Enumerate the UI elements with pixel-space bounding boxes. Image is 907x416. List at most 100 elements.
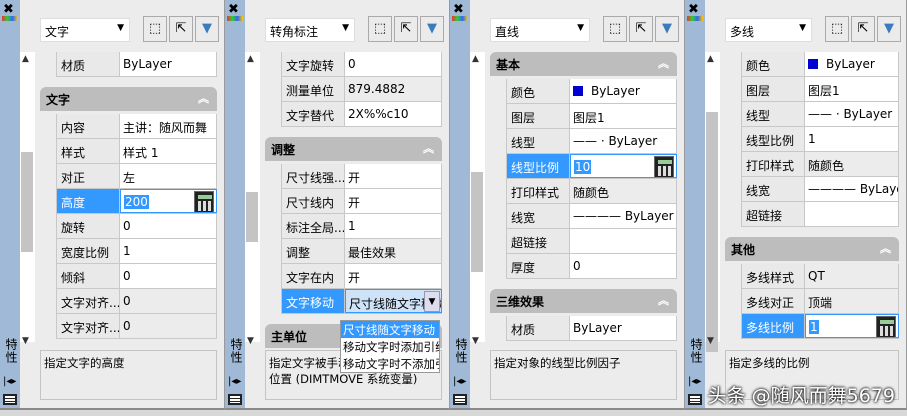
object-type-select[interactable]: 转角标注 ▼ [265, 18, 355, 42]
scroll-down-icon[interactable]: ▼ [247, 336, 254, 346]
panel-menu-icon[interactable] [228, 394, 242, 405]
property-row[interactable]: 多线对正 顶端 [741, 289, 899, 314]
scroll-up-icon[interactable]: ▲ [22, 54, 29, 64]
property-row[interactable]: 尺寸线强... 开 [281, 164, 442, 189]
section-header[interactable]: 文字 ︽ [40, 87, 217, 111]
property-value[interactable]: ByLayer [570, 316, 677, 340]
property-row[interactable]: 颜色 ByLayer [506, 79, 677, 104]
property-row[interactable]: 尺寸线内开 [281, 189, 442, 214]
property-row[interactable]: 内容 主讲：随风而舞 [56, 114, 217, 139]
property-value[interactable]: —— · ByLayer [805, 102, 899, 126]
scroll-up-icon[interactable]: ▲ [247, 54, 254, 64]
property-row[interactable]: 线型比例 10 [506, 154, 677, 179]
section-header[interactable]: 三维效果 ︽ [490, 289, 677, 313]
vertical-scrollbar[interactable]: ▲ ▼ [245, 52, 260, 346]
property-row[interactable]: 高度 200 [56, 189, 217, 214]
scrollbar-thumb[interactable] [246, 192, 258, 242]
close-icon[interactable]: ✖ [688, 2, 699, 17]
property-row[interactable]: 材质 ByLayer [56, 52, 217, 77]
property-value[interactable]: 左 [120, 164, 217, 188]
scroll-up-icon[interactable]: ▲ [707, 54, 714, 64]
property-row[interactable]: 线宽 ———— ByLayer [506, 204, 677, 229]
property-row[interactable]: 文字移动 尺寸线随文字移动 ▼ [281, 289, 442, 314]
property-value[interactable] [805, 202, 899, 226]
property-value[interactable]: 2X%%c10 [345, 102, 442, 126]
property-row[interactable]: 打印样式 随颜色 [506, 179, 677, 204]
property-value[interactable]: 图层1 [570, 104, 677, 128]
property-row[interactable]: 超链接 [506, 229, 677, 254]
panel-menu-icon[interactable] [688, 394, 702, 405]
dropdown-arrow-icon[interactable]: ▼ [424, 291, 440, 312]
scrollbar-thumb[interactable] [706, 112, 718, 352]
property-row[interactable]: 图层 图层1 [741, 77, 899, 102]
select-objects-button[interactable]: ⇱ [851, 16, 875, 42]
select-objects-button[interactable]: ⇱ [169, 16, 193, 42]
property-value[interactable]: ByLayer [805, 52, 899, 76]
collapse-icon[interactable]: ︽ [198, 90, 209, 106]
property-row[interactable]: 文字对齐... 0 [56, 289, 217, 314]
property-value[interactable]: 0 [120, 264, 217, 288]
property-value[interactable]: 200 [120, 189, 217, 213]
property-value[interactable]: 0 [120, 214, 217, 238]
property-row[interactable]: 调整 最佳效果 [281, 239, 442, 264]
calculator-icon[interactable] [194, 191, 214, 212]
filter-button[interactable]: ▼ [655, 16, 679, 42]
dropdown-list[interactable]: 尺寸线随文字移动移动文字时添加引线移动文字时不添加引线 [340, 320, 440, 373]
property-value[interactable]: 1 [805, 127, 899, 151]
vertical-scrollbar[interactable]: ▲ ▼ [470, 52, 485, 346]
auto-hide-icon[interactable]: |◂▸ [688, 376, 701, 387]
property-value[interactable]: 样式 1 [120, 139, 217, 163]
property-value[interactable]: ———— ByLayer [805, 177, 899, 201]
property-value[interactable]: 图层1 [805, 77, 899, 101]
collapse-icon[interactable]: ︽ [423, 140, 434, 156]
calculator-icon[interactable] [876, 316, 896, 337]
auto-hide-icon[interactable]: |◂▸ [228, 376, 241, 387]
scroll-down-icon[interactable]: ▼ [22, 336, 29, 346]
property-value[interactable]: —— · ByLayer [570, 129, 677, 153]
quick-select-button[interactable]: ⬚ [603, 16, 627, 42]
property-row[interactable]: 颜色 ByLayer [741, 52, 899, 77]
object-type-select[interactable]: 多线 ▼ [725, 18, 812, 42]
property-value[interactable]: 1 [120, 239, 217, 263]
property-row[interactable]: 厚度 0 [506, 254, 677, 279]
property-value[interactable]: 1 [345, 214, 442, 238]
quick-select-button[interactable]: ⬚ [368, 16, 392, 42]
property-row[interactable]: 线型比例 1 [741, 127, 899, 152]
calculator-icon[interactable] [654, 156, 674, 177]
property-row[interactable]: 文字旋转 0 [281, 52, 442, 77]
filter-button[interactable]: ▼ [420, 16, 444, 42]
dropdown-option[interactable]: 尺寸线随文字移动 [341, 321, 439, 338]
property-value[interactable]: ByLayer [120, 52, 217, 76]
auto-hide-icon[interactable]: |◂▸ [453, 376, 466, 387]
property-value[interactable]: 开 [345, 189, 442, 213]
select-objects-button[interactable]: ⇱ [629, 16, 653, 42]
property-row[interactable]: 旋转 0 [56, 214, 217, 239]
scroll-down-icon[interactable]: ▼ [707, 336, 714, 346]
vertical-scrollbar[interactable]: ▲ ▼ [20, 52, 35, 346]
filter-button[interactable]: ▼ [195, 16, 219, 42]
property-row[interactable]: 标注全局... 1 [281, 214, 442, 239]
property-row[interactable]: 线宽 ———— ByLayer [741, 177, 899, 202]
panel-menu-icon[interactable] [3, 394, 17, 405]
close-icon[interactable]: ✖ [228, 2, 239, 17]
scrollbar-thumb[interactable] [21, 152, 33, 252]
property-value[interactable]: ByLayer [570, 79, 677, 103]
section-header[interactable]: 基本 ︽ [490, 52, 677, 76]
section-header[interactable]: 其他 ︽ [725, 237, 899, 261]
close-icon[interactable]: ✖ [453, 2, 464, 17]
auto-hide-icon[interactable]: |◂▸ [3, 376, 16, 387]
collapse-icon[interactable]: ︽ [658, 55, 669, 71]
property-row[interactable]: 多线比例 1 [741, 314, 899, 339]
close-icon[interactable]: ✖ [3, 2, 14, 17]
section-header[interactable]: 调整 ︽ [265, 137, 442, 161]
property-row[interactable]: 宽度比例 1 [56, 239, 217, 264]
property-row[interactable]: 材质 ByLayer [506, 316, 677, 341]
property-row[interactable]: 线型 —— · ByLayer [741, 102, 899, 127]
property-value[interactable]: 1 [805, 314, 899, 338]
property-row[interactable]: 样式 样式 1 [56, 139, 217, 164]
property-value[interactable]: 0 [345, 52, 442, 76]
collapse-icon[interactable]: ︽ [880, 240, 891, 256]
collapse-icon[interactable]: ︽ [658, 292, 669, 308]
property-value[interactable]: 10 [570, 154, 677, 178]
property-value[interactable]: 尺寸线随文字移动 ▼ [345, 289, 442, 313]
